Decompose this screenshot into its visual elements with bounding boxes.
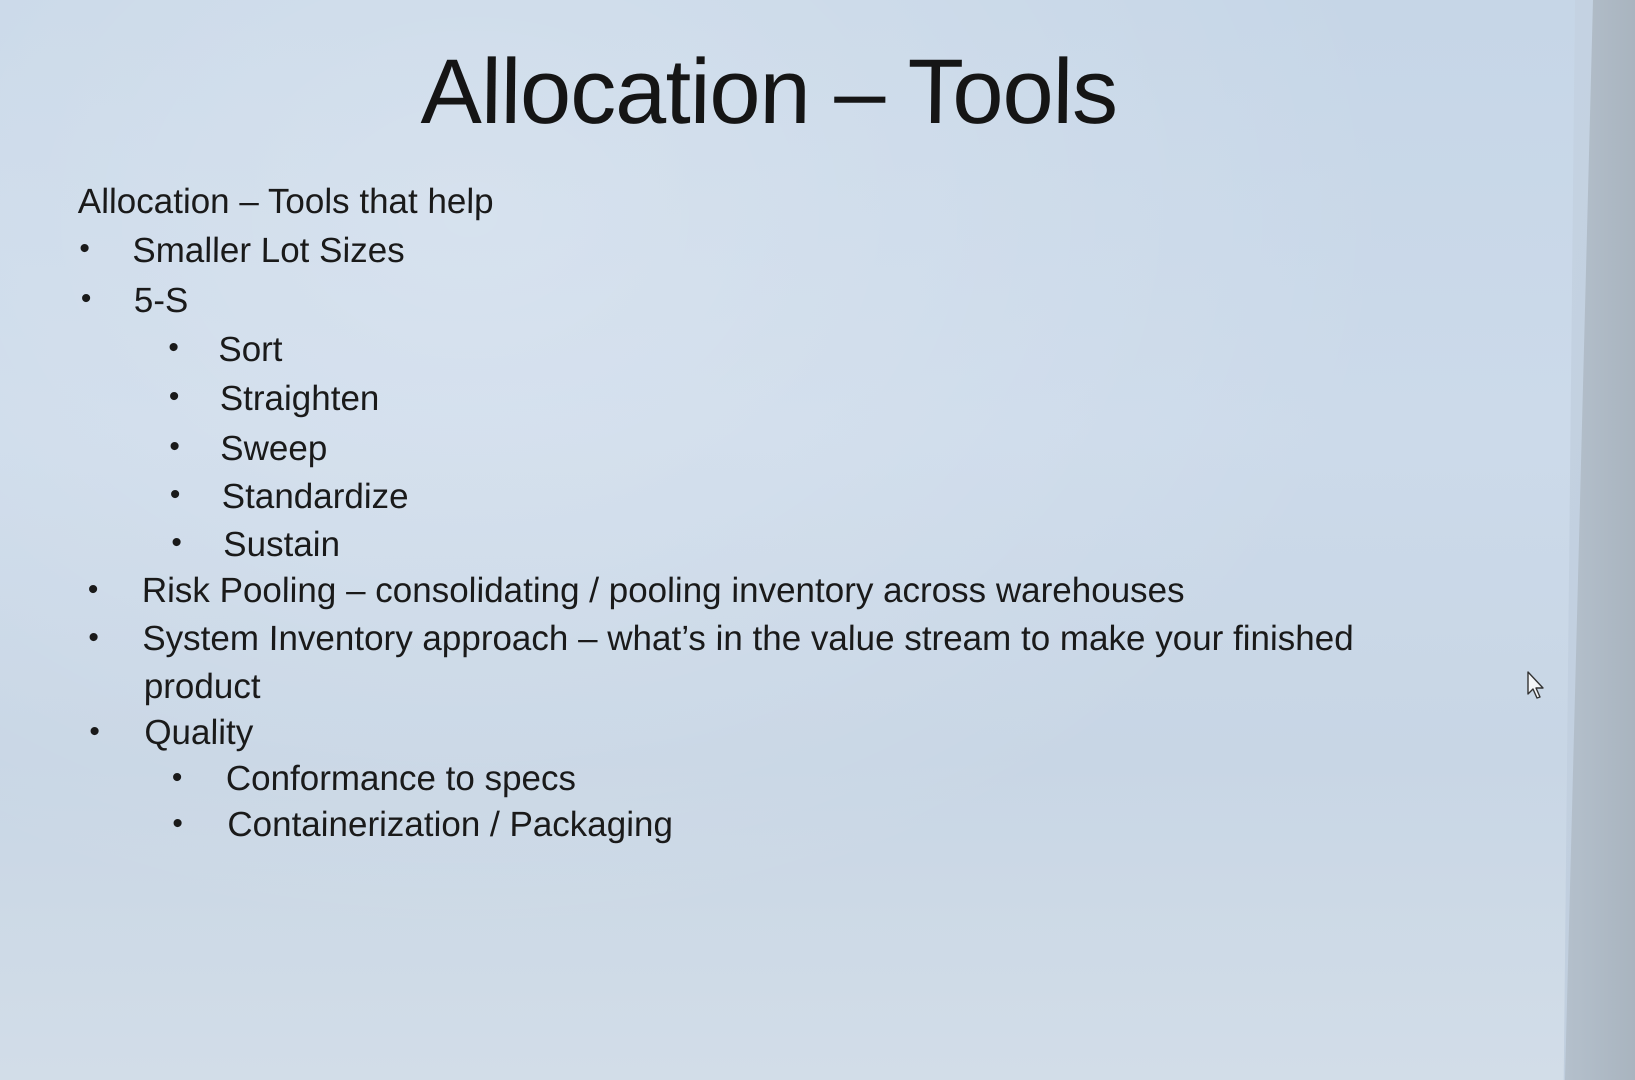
bullet-icon: •	[171, 526, 183, 559]
list-item: Straighten	[219, 379, 380, 418]
monitor-bezel	[1565, 0, 1635, 1080]
mouse-pointer-icon	[1527, 671, 1544, 699]
list-item: Containerization / Packaging	[227, 805, 674, 844]
list-item: Sort	[218, 330, 283, 369]
list-item: Quality	[144, 713, 254, 752]
list-item: Sustain	[223, 525, 341, 564]
bullet-icon: •	[169, 478, 181, 511]
bullet-icon: •	[87, 573, 99, 606]
slide-title: Allocation – Tools	[420, 41, 1118, 143]
bullet-icon: •	[80, 282, 92, 315]
list-item-continuation: product	[143, 667, 261, 706]
list-item: Conformance to specs	[225, 759, 577, 798]
bullet-icon: •	[168, 380, 180, 413]
list-item: Standardize	[221, 477, 409, 516]
bullet-icon: •	[88, 621, 100, 654]
intro-text: Allocation – Tools that help	[77, 182, 494, 221]
bullet-icon: •	[168, 331, 180, 364]
bullet-icon: •	[79, 232, 91, 265]
bullet-icon: •	[169, 430, 181, 463]
bullet-icon: •	[171, 761, 183, 794]
list-item: 5-S	[133, 281, 189, 320]
list-item: System Inventory approach – what’s in th…	[142, 619, 1354, 658]
list-item: Risk Pooling – consolidating / pooling i…	[141, 571, 1185, 610]
bullet-icon: •	[172, 807, 184, 840]
presentation-slide: Allocation – Tools Allocation – Tools th…	[0, 0, 1576, 1080]
bullet-icon: •	[89, 715, 101, 748]
list-item: Smaller Lot Sizes	[132, 231, 405, 270]
list-item: Sweep	[220, 429, 328, 468]
